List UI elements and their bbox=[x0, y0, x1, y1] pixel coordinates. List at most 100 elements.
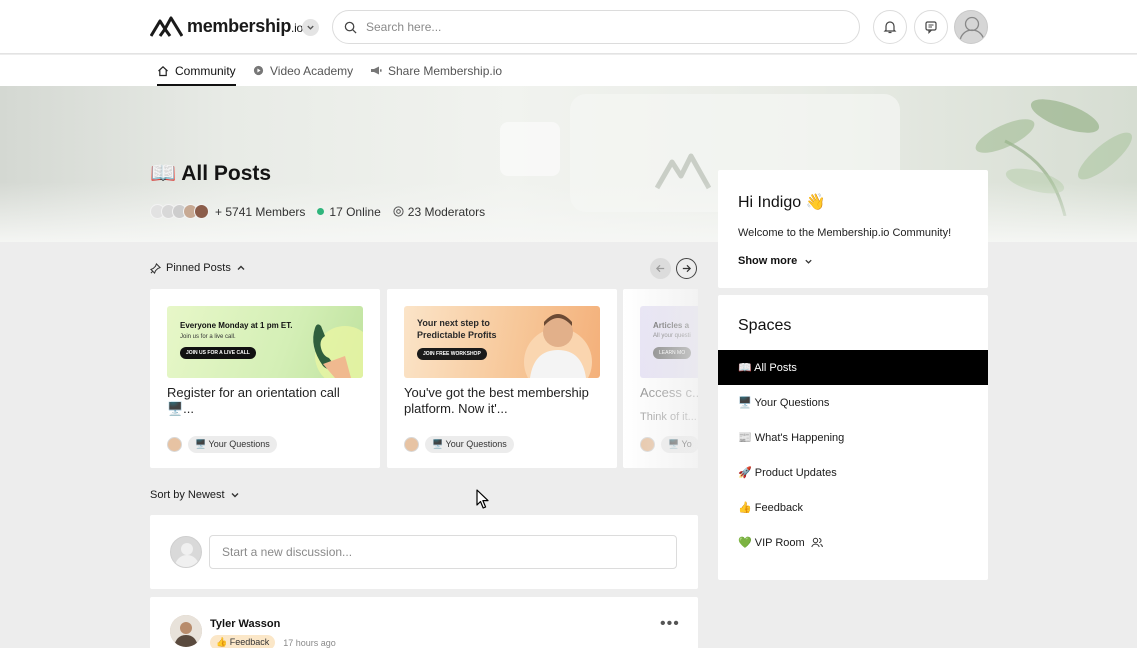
spaces-title: Spaces bbox=[738, 317, 792, 334]
space-label: 📰 What's Happening bbox=[738, 432, 845, 444]
page-title: 📖 All Posts bbox=[150, 162, 272, 185]
space-chip[interactable]: 🖥️ Your Questions bbox=[425, 436, 514, 453]
space-item-all-posts[interactable]: 📖 All Posts bbox=[718, 350, 988, 385]
show-more-label: Show more bbox=[738, 255, 798, 267]
spaces-panel: Spaces 📖 All Posts 🖥️ Your Questions 📰 W… bbox=[718, 295, 988, 580]
phone-hand-icon bbox=[313, 324, 363, 378]
thumbnail-cta: JOIN US FOR A LIVE CALL bbox=[180, 347, 256, 359]
logo-mountain-icon bbox=[150, 16, 183, 37]
tab-label: Video Academy bbox=[270, 63, 354, 78]
welcome-card: Hi Indigo 👋 Welcome to the Membership.io… bbox=[718, 170, 988, 288]
post-thumbnail: Your next step to Predictable Profits JO… bbox=[404, 306, 600, 378]
thumbnail-cta: JOIN FREE WORKSHOP bbox=[417, 348, 487, 360]
post-meta: 🖥️ Your Questions bbox=[167, 436, 277, 453]
online-count[interactable]: 17 Online bbox=[329, 205, 380, 219]
arrow-left-icon bbox=[655, 264, 665, 273]
arrow-right-icon bbox=[682, 264, 692, 273]
space-label: 💚 VIP Room bbox=[738, 537, 805, 549]
space-item-feedback[interactable]: 👍 Feedback bbox=[718, 490, 988, 525]
brand-name: membership.io bbox=[187, 15, 303, 36]
tab-label: Community bbox=[175, 63, 236, 78]
welcome-message: Welcome to the Membership.io Community! bbox=[738, 227, 952, 239]
thumbnail-heading: Articles a bbox=[653, 321, 690, 330]
author-avatar[interactable] bbox=[167, 437, 182, 452]
user-avatar-icon bbox=[175, 543, 199, 567]
presenter-photo-icon bbox=[524, 314, 592, 378]
search-bar[interactable] bbox=[332, 10, 860, 44]
author-avatar[interactable] bbox=[640, 437, 655, 452]
member-avatars[interactable] bbox=[150, 204, 209, 219]
sort-dropdown[interactable]: Sort by Newest bbox=[150, 489, 240, 501]
thumbnail-heading: Your next step to Predictable Profits bbox=[417, 318, 497, 340]
space-label: 👍 Feedback bbox=[738, 502, 804, 514]
space-item-vip-room[interactable]: 💚 VIP Room bbox=[718, 525, 988, 560]
author-photo-icon bbox=[170, 615, 202, 647]
members-icon bbox=[811, 537, 823, 548]
tab-label: Share Membership.io bbox=[388, 63, 503, 78]
post-thumbnail: Everyone Monday at 1 pm ET. Join us for … bbox=[167, 306, 363, 378]
mouse-cursor-icon bbox=[476, 489, 489, 509]
show-more-button[interactable]: Show more bbox=[738, 255, 813, 267]
pinned-post-excerpt: Think of it... bbox=[640, 411, 697, 423]
author-avatar[interactable] bbox=[404, 437, 419, 452]
space-item-whats-happening[interactable]: 📰 What's Happening bbox=[718, 420, 988, 455]
post-thumbnail: Articles a All your questi LEARN MO bbox=[640, 306, 698, 378]
more-options-button[interactable]: ••• bbox=[660, 615, 680, 633]
space-chip[interactable]: 🖥️ Your Questions bbox=[188, 436, 277, 453]
greeting: Hi Indigo 👋 bbox=[738, 194, 826, 211]
new-discussion-composer bbox=[150, 515, 698, 589]
avatar bbox=[170, 536, 202, 568]
chat-icon bbox=[925, 21, 937, 34]
avatar bbox=[194, 204, 209, 219]
chevron-down-icon bbox=[307, 25, 314, 30]
pinned-posts-label: Pinned Posts bbox=[166, 262, 231, 274]
space-label: 🚀 Product Updates bbox=[738, 467, 837, 479]
moderators-count[interactable]: 23 Moderators bbox=[408, 205, 485, 219]
brand-logo[interactable]: membership.io bbox=[150, 15, 303, 37]
pinned-post-card[interactable]: Everyone Monday at 1 pm ET. Join us for … bbox=[150, 289, 380, 468]
post-meta: 👍 Feedback 17 hours ago bbox=[210, 635, 336, 648]
community-stats: + 5741 Members 17 Online 23 Moderators bbox=[150, 204, 485, 219]
post-author[interactable]: Tyler Wasson bbox=[210, 618, 280, 630]
play-circle-icon bbox=[253, 65, 264, 76]
space-chip[interactable]: 🖥️ Yo bbox=[661, 436, 698, 453]
sort-label: Sort by Newest bbox=[150, 489, 225, 501]
section-nav: Community Video Academy Share Membership… bbox=[0, 55, 1137, 86]
space-label: 🖥️ Your Questions bbox=[738, 397, 830, 409]
pinned-posts-toggle[interactable]: Pinned Posts bbox=[150, 262, 246, 274]
online-dot-icon bbox=[317, 208, 325, 215]
notifications-button[interactable] bbox=[873, 10, 907, 44]
post-meta: 🖥️ Yo bbox=[640, 436, 698, 453]
messages-button[interactable] bbox=[914, 10, 948, 44]
pinned-post-card[interactable]: Articles a All your questi LEARN MO Acce… bbox=[623, 289, 698, 468]
pinned-post-card[interactable]: Your next step to Predictable Profits JO… bbox=[387, 289, 617, 468]
thumbnail-heading: Everyone Monday at 1 pm ET. bbox=[180, 321, 293, 330]
tab-share-membership[interactable]: Share Membership.io bbox=[370, 55, 502, 86]
workspace-dropdown-button[interactable] bbox=[302, 19, 319, 36]
tab-video-academy[interactable]: Video Academy bbox=[253, 55, 353, 86]
pinned-post-title[interactable]: Access c... bbox=[640, 385, 698, 401]
space-item-product-updates[interactable]: 🚀 Product Updates bbox=[718, 455, 988, 490]
pinned-post-title[interactable]: Register for an orientation call 🖥️... bbox=[167, 385, 367, 417]
space-chip[interactable]: 👍 Feedback bbox=[210, 635, 276, 648]
members-count[interactable]: + 5741 Members bbox=[215, 205, 305, 219]
thumbnail-subheading: All your questi bbox=[653, 333, 691, 339]
feed-post[interactable]: Tyler Wasson 👍 Feedback 17 hours ago ••• bbox=[150, 597, 698, 648]
space-item-your-questions[interactable]: 🖥️ Your Questions bbox=[718, 385, 988, 420]
pin-icon bbox=[150, 262, 161, 274]
user-avatar-button[interactable] bbox=[954, 10, 988, 44]
moderator-icon bbox=[393, 206, 404, 217]
chevron-up-icon bbox=[237, 265, 245, 270]
author-avatar[interactable] bbox=[170, 615, 202, 647]
chevron-down-icon bbox=[231, 493, 239, 498]
search-input[interactable] bbox=[366, 20, 826, 34]
tab-community[interactable]: Community bbox=[157, 55, 236, 86]
bell-icon bbox=[883, 21, 897, 34]
user-avatar-icon bbox=[959, 16, 985, 43]
pinned-post-title[interactable]: You've got the best membership platform.… bbox=[404, 385, 604, 417]
home-icon bbox=[158, 65, 168, 76]
carousel-next-button[interactable] bbox=[676, 258, 697, 279]
new-discussion-input[interactable] bbox=[209, 535, 677, 569]
search-icon bbox=[344, 21, 357, 34]
carousel-prev-button[interactable] bbox=[650, 258, 671, 279]
